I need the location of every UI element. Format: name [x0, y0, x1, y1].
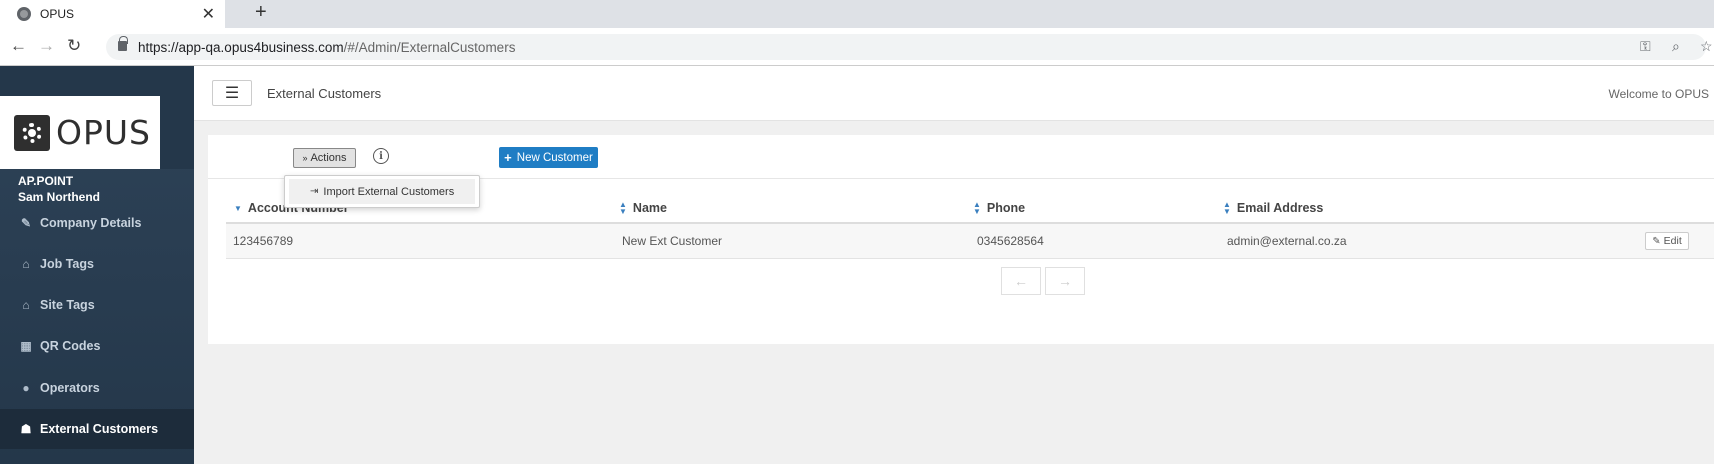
sidebar-item-external-customers[interactable]: ☗ External Customers — [0, 409, 194, 449]
tag-icon: ⌂ — [22, 257, 30, 271]
new-customer-label: New Customer — [516, 151, 593, 164]
sort-icon: ▲ ▼ — [619, 200, 627, 216]
new-tab-button[interactable]: + — [255, 1, 267, 24]
sort-icon: ▲ ▼ — [973, 200, 981, 216]
panel-toolbar: » Actions i + New Customer — [208, 135, 1714, 179]
sidebar-item-label: Company Details — [40, 216, 142, 230]
cell-name: New Ext Customer — [622, 234, 723, 248]
sidebar-item-qr-codes[interactable]: ▦ QR Codes — [0, 326, 194, 366]
actions-label: Actions — [310, 152, 347, 164]
page-title: External Customers — [267, 86, 382, 101]
back-icon[interactable]: ← — [10, 36, 27, 56]
column-label: Email Address — [1236, 201, 1324, 215]
sidebar-item-label: Site Tags — [40, 298, 95, 312]
double-chevron-down-icon: » — [302, 153, 308, 163]
browser-tab[interactable]: OPUS ✕ — [0, 0, 225, 28]
sort-icon: ▲ ▼ — [1223, 200, 1231, 216]
info-icon[interactable]: i — [373, 148, 389, 164]
actions-button[interactable]: » Actions — [293, 148, 356, 168]
welcome-text: Welcome to OPUS — [1608, 87, 1709, 101]
edit-icon: ✎ — [1652, 235, 1661, 247]
hamburger-menu-icon[interactable]: ☰ — [212, 80, 252, 106]
sidebar-item-operators[interactable]: ● Operators — [0, 368, 194, 408]
sort-desc-icon: ▼ — [234, 203, 242, 213]
browser-tabstrip: OPUS ✕ + — [0, 0, 1714, 28]
sidebar-item-label: Operators — [40, 381, 100, 395]
cell-email: admin@external.co.za — [1227, 234, 1347, 248]
user-circle-icon: ● — [22, 381, 30, 395]
user-name: Sam Northend — [18, 190, 101, 204]
zoom-icon[interactable]: ⌕ — [1672, 38, 1680, 55]
sidebar-item-company-details[interactable]: ✎ Company Details — [0, 203, 194, 243]
column-label: Phone — [986, 201, 1026, 215]
company-name: AP.POINT — [18, 174, 74, 188]
users-icon: ☗ — [20, 422, 32, 436]
url-host: https://app-qa.opus4business.com — [138, 40, 344, 55]
sidebar-item-job-tags[interactable]: ⌂ Job Tags — [0, 244, 194, 284]
close-tab-icon[interactable]: ✕ — [202, 4, 215, 24]
qr-code-icon: ▦ — [20, 339, 32, 353]
edit-label: Edit — [1663, 235, 1682, 247]
sidebar-item-label: Job Tags — [40, 257, 94, 271]
globe-icon — [17, 7, 31, 21]
column-header-phone[interactable]: ▲ ▼ Phone — [973, 200, 1026, 216]
new-customer-button[interactable]: + New Customer — [499, 147, 598, 168]
import-icon: ⇥ — [310, 186, 319, 197]
cell-phone: 0345628564 — [977, 234, 1044, 248]
url-path: /#/Admin/ExternalCustomers — [343, 40, 516, 55]
lock-icon — [118, 36, 128, 51]
arrow-left-icon: ← — [1014, 273, 1028, 289]
prev-page-button[interactable]: ← — [1001, 267, 1041, 295]
sidebar: OPUS AP.POINT Sam Northend ✎ Company Det… — [0, 66, 194, 464]
sidebar-item-label: External Customers — [40, 422, 159, 436]
actions-dropdown: ⇥ Import External Customers — [284, 175, 480, 208]
gear-logo-icon — [14, 114, 50, 151]
plus-icon: + — [504, 150, 512, 165]
logo[interactable]: OPUS — [0, 96, 160, 169]
browser-toolbar: ← → ↻ https://app-qa.opus4business.com/#… — [0, 28, 1714, 66]
star-icon[interactable]: ☆ — [1700, 38, 1713, 55]
url-text[interactable]: https://app-qa.opus4business.com/#/Admin… — [138, 40, 515, 55]
tab-title: OPUS — [40, 7, 75, 21]
next-page-button[interactable]: → — [1045, 267, 1085, 295]
reload-icon[interactable]: ↻ — [67, 36, 81, 56]
arrow-right-icon: → — [1058, 273, 1072, 289]
sidebar-item-label: QR Codes — [40, 339, 101, 353]
main-header: ☰ External Customers Welcome to OPUS — [194, 66, 1714, 121]
column-header-name[interactable]: ▲ ▼ Name — [619, 200, 667, 216]
edit-button[interactable]: ✎ Edit — [1645, 232, 1689, 250]
key-icon[interactable]: ⚿ — [1640, 38, 1651, 55]
logo-text: OPUS — [56, 113, 151, 152]
forward-icon[interactable]: → — [38, 36, 55, 56]
edit-icon: ✎ — [20, 216, 32, 230]
import-label: Import External Customers — [323, 185, 455, 198]
column-header-email[interactable]: ▲ ▼ Email Address — [1223, 200, 1324, 216]
table-row[interactable]: 123456789 New Ext Customer 0345628564 ad… — [226, 224, 1714, 259]
tag-icon: ⌂ — [22, 298, 30, 312]
column-label: Name — [632, 201, 667, 215]
cell-account-number: 123456789 — [233, 234, 294, 248]
sidebar-item-site-tags[interactable]: ⌂ Site Tags — [0, 285, 194, 325]
import-external-customers-item[interactable]: ⇥ Import External Customers — [289, 179, 475, 204]
